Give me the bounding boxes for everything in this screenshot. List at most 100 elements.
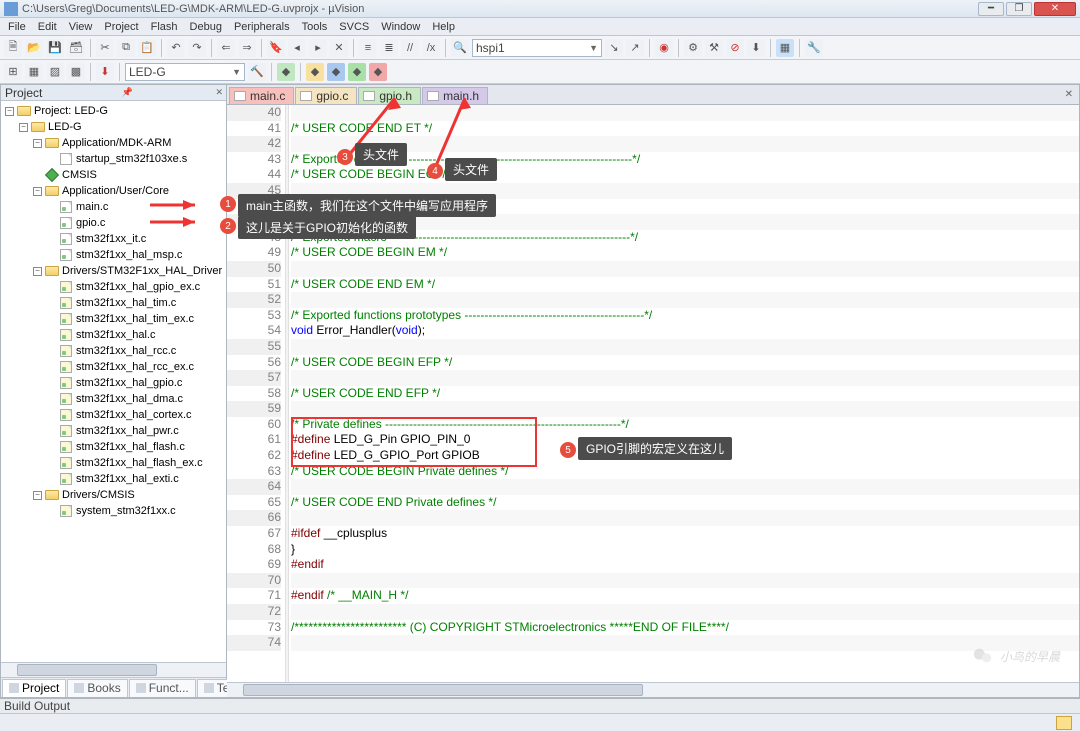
- copy-icon[interactable]: ⧉: [117, 39, 135, 57]
- file-tab-gpio-h[interactable]: gpio.h: [358, 87, 421, 104]
- find-prev-icon[interactable]: ↗: [626, 39, 644, 57]
- panel-tab-project[interactable]: Project: [2, 679, 66, 697]
- tree-item[interactable]: stm32f1xx_hal_dma.c: [1, 391, 226, 407]
- tree-item[interactable]: gpio.c: [1, 215, 226, 231]
- panel-tab-funct...[interactable]: Funct...: [129, 679, 196, 697]
- file-tab-main-c[interactable]: main.c: [229, 87, 294, 104]
- build-target-icon[interactable]: ▦: [25, 63, 43, 81]
- pack-yellow-icon[interactable]: ◆: [306, 63, 324, 81]
- pack-red-icon[interactable]: ◆: [369, 63, 387, 81]
- manage-rte-icon[interactable]: ◆: [277, 63, 295, 81]
- tree-item[interactable]: stm32f1xx_hal_flash.c: [1, 439, 226, 455]
- debug-icon[interactable]: ◉: [655, 39, 673, 57]
- tree-item[interactable]: startup_stm32f103xe.s: [1, 151, 226, 167]
- pack-blue-icon[interactable]: ◆: [327, 63, 345, 81]
- wrench-icon[interactable]: 🔧: [805, 39, 823, 57]
- file-tab-main-h[interactable]: main.h: [422, 87, 488, 104]
- cut-icon[interactable]: ✂: [96, 39, 114, 57]
- bookmark-clear-icon[interactable]: ✕: [330, 39, 348, 57]
- tree-toggle-icon[interactable]: −: [33, 491, 42, 500]
- save-icon[interactable]: 💾: [46, 39, 64, 57]
- tree-item[interactable]: −Drivers/CMSIS: [1, 487, 226, 503]
- tab-close-icon[interactable]: ✕: [1065, 89, 1073, 100]
- close-button[interactable]: ✕: [1034, 2, 1076, 16]
- outdent-icon[interactable]: ≣: [380, 39, 398, 57]
- menu-tools[interactable]: Tools: [298, 21, 332, 33]
- menu-flash[interactable]: Flash: [147, 21, 182, 33]
- project-tree[interactable]: −Project: LED-G−LED-G−Application/MDK-AR…: [1, 101, 226, 662]
- tree-item[interactable]: stm32f1xx_hal_rcc_ex.c: [1, 359, 226, 375]
- undo-icon[interactable]: ↶: [167, 39, 185, 57]
- build-icon[interactable]: ⚙: [684, 39, 702, 57]
- build-output-header[interactable]: Build Output: [0, 698, 1080, 713]
- indent-icon[interactable]: ≡: [359, 39, 377, 57]
- translate-icon[interactable]: ⊞: [4, 63, 22, 81]
- tree-item[interactable]: stm32f1xx_hal_pwr.c: [1, 423, 226, 439]
- find-icon[interactable]: 🔍: [451, 39, 469, 57]
- redo-icon[interactable]: ↷: [188, 39, 206, 57]
- maximize-button[interactable]: ❐: [1006, 2, 1032, 16]
- tree-item[interactable]: stm32f1xx_hal_tim_ex.c: [1, 311, 226, 327]
- download-icon[interactable]: ⬇: [747, 39, 765, 57]
- rebuild-all-icon[interactable]: ▨: [46, 63, 64, 81]
- target-combo[interactable]: LED-G▼: [125, 63, 245, 81]
- comment-icon[interactable]: //: [401, 39, 419, 57]
- device-combo[interactable]: hspi1▼: [472, 39, 602, 57]
- nav-back-icon[interactable]: ⇐: [217, 39, 235, 57]
- tree-item[interactable]: main.c: [1, 199, 226, 215]
- tree-item[interactable]: stm32f1xx_hal_rcc.c: [1, 343, 226, 359]
- download-flash-icon[interactable]: ⬇: [96, 63, 114, 81]
- tree-toggle-icon[interactable]: −: [5, 107, 14, 116]
- new-file-icon[interactable]: 🗎: [4, 39, 22, 57]
- menu-edit[interactable]: Edit: [34, 21, 61, 33]
- panel-pin-icon[interactable]: 📌: [122, 87, 133, 98]
- tree-item[interactable]: stm32f1xx_hal_gpio.c: [1, 375, 226, 391]
- tree-toggle-icon[interactable]: −: [19, 123, 28, 132]
- tree-item[interactable]: stm32f1xx_hal_tim.c: [1, 295, 226, 311]
- menu-svcs[interactable]: SVCS: [335, 21, 373, 33]
- minimize-button[interactable]: ━: [978, 2, 1004, 16]
- tree-item[interactable]: stm32f1xx_it.c: [1, 231, 226, 247]
- tree-item[interactable]: stm32f1xx_hal_gpio_ex.c: [1, 279, 226, 295]
- panel-tab-books[interactable]: Books: [67, 679, 127, 697]
- tree-item[interactable]: −LED-G: [1, 119, 226, 135]
- batch-build-icon[interactable]: ▩: [67, 63, 85, 81]
- menu-debug[interactable]: Debug: [186, 21, 226, 33]
- save-all-icon[interactable]: 🗃: [67, 39, 85, 57]
- tree-item[interactable]: stm32f1xx_hal.c: [1, 327, 226, 343]
- tree-item[interactable]: CMSIS: [1, 167, 226, 183]
- project-hscrollbar[interactable]: [1, 662, 226, 677]
- tree-item[interactable]: system_stm32f1xx.c: [1, 503, 226, 519]
- bookmark-icon[interactable]: 🔖: [267, 39, 285, 57]
- menu-view[interactable]: View: [65, 21, 97, 33]
- uncomment-icon[interactable]: /x: [422, 39, 440, 57]
- menu-window[interactable]: Window: [377, 21, 424, 33]
- panel-close-icon[interactable]: ✕: [215, 87, 223, 98]
- tree-item[interactable]: −Project: LED-G: [1, 103, 226, 119]
- menu-help[interactable]: Help: [428, 21, 459, 33]
- bookmark-next-icon[interactable]: ▸: [309, 39, 327, 57]
- open-file-icon[interactable]: 📂: [25, 39, 43, 57]
- stop-build-icon[interactable]: ⊘: [726, 39, 744, 57]
- menu-file[interactable]: File: [4, 21, 30, 33]
- editor-body[interactable]: 4041424344454647484950515253545556575859…: [227, 105, 1079, 682]
- pack-green-icon[interactable]: ◆: [348, 63, 366, 81]
- nav-fwd-icon[interactable]: ⇒: [238, 39, 256, 57]
- tree-item[interactable]: −Application/User/Core: [1, 183, 226, 199]
- file-tab-gpio-c[interactable]: gpio.c: [295, 87, 357, 104]
- target-options-icon[interactable]: 🔨: [248, 63, 266, 81]
- editor-hscrollbar[interactable]: [227, 682, 1079, 697]
- code-view[interactable]: /* USER CODE END ET *//* Exported consta…: [289, 105, 1079, 682]
- tree-item[interactable]: −Application/MDK-ARM: [1, 135, 226, 151]
- rebuild-icon[interactable]: ⚒: [705, 39, 723, 57]
- tree-item[interactable]: −Drivers/STM32F1xx_HAL_Driver: [1, 263, 226, 279]
- tree-item[interactable]: stm32f1xx_hal_flash_ex.c: [1, 455, 226, 471]
- paste-icon[interactable]: 📋: [138, 39, 156, 57]
- bookmark-prev-icon[interactable]: ◂: [288, 39, 306, 57]
- config-icon[interactable]: ▦: [776, 39, 794, 57]
- tree-toggle-icon[interactable]: −: [33, 267, 42, 276]
- tree-toggle-icon[interactable]: −: [33, 139, 42, 148]
- menu-project[interactable]: Project: [100, 21, 142, 33]
- tree-item[interactable]: stm32f1xx_hal_msp.c: [1, 247, 226, 263]
- menu-peripherals[interactable]: Peripherals: [230, 21, 294, 33]
